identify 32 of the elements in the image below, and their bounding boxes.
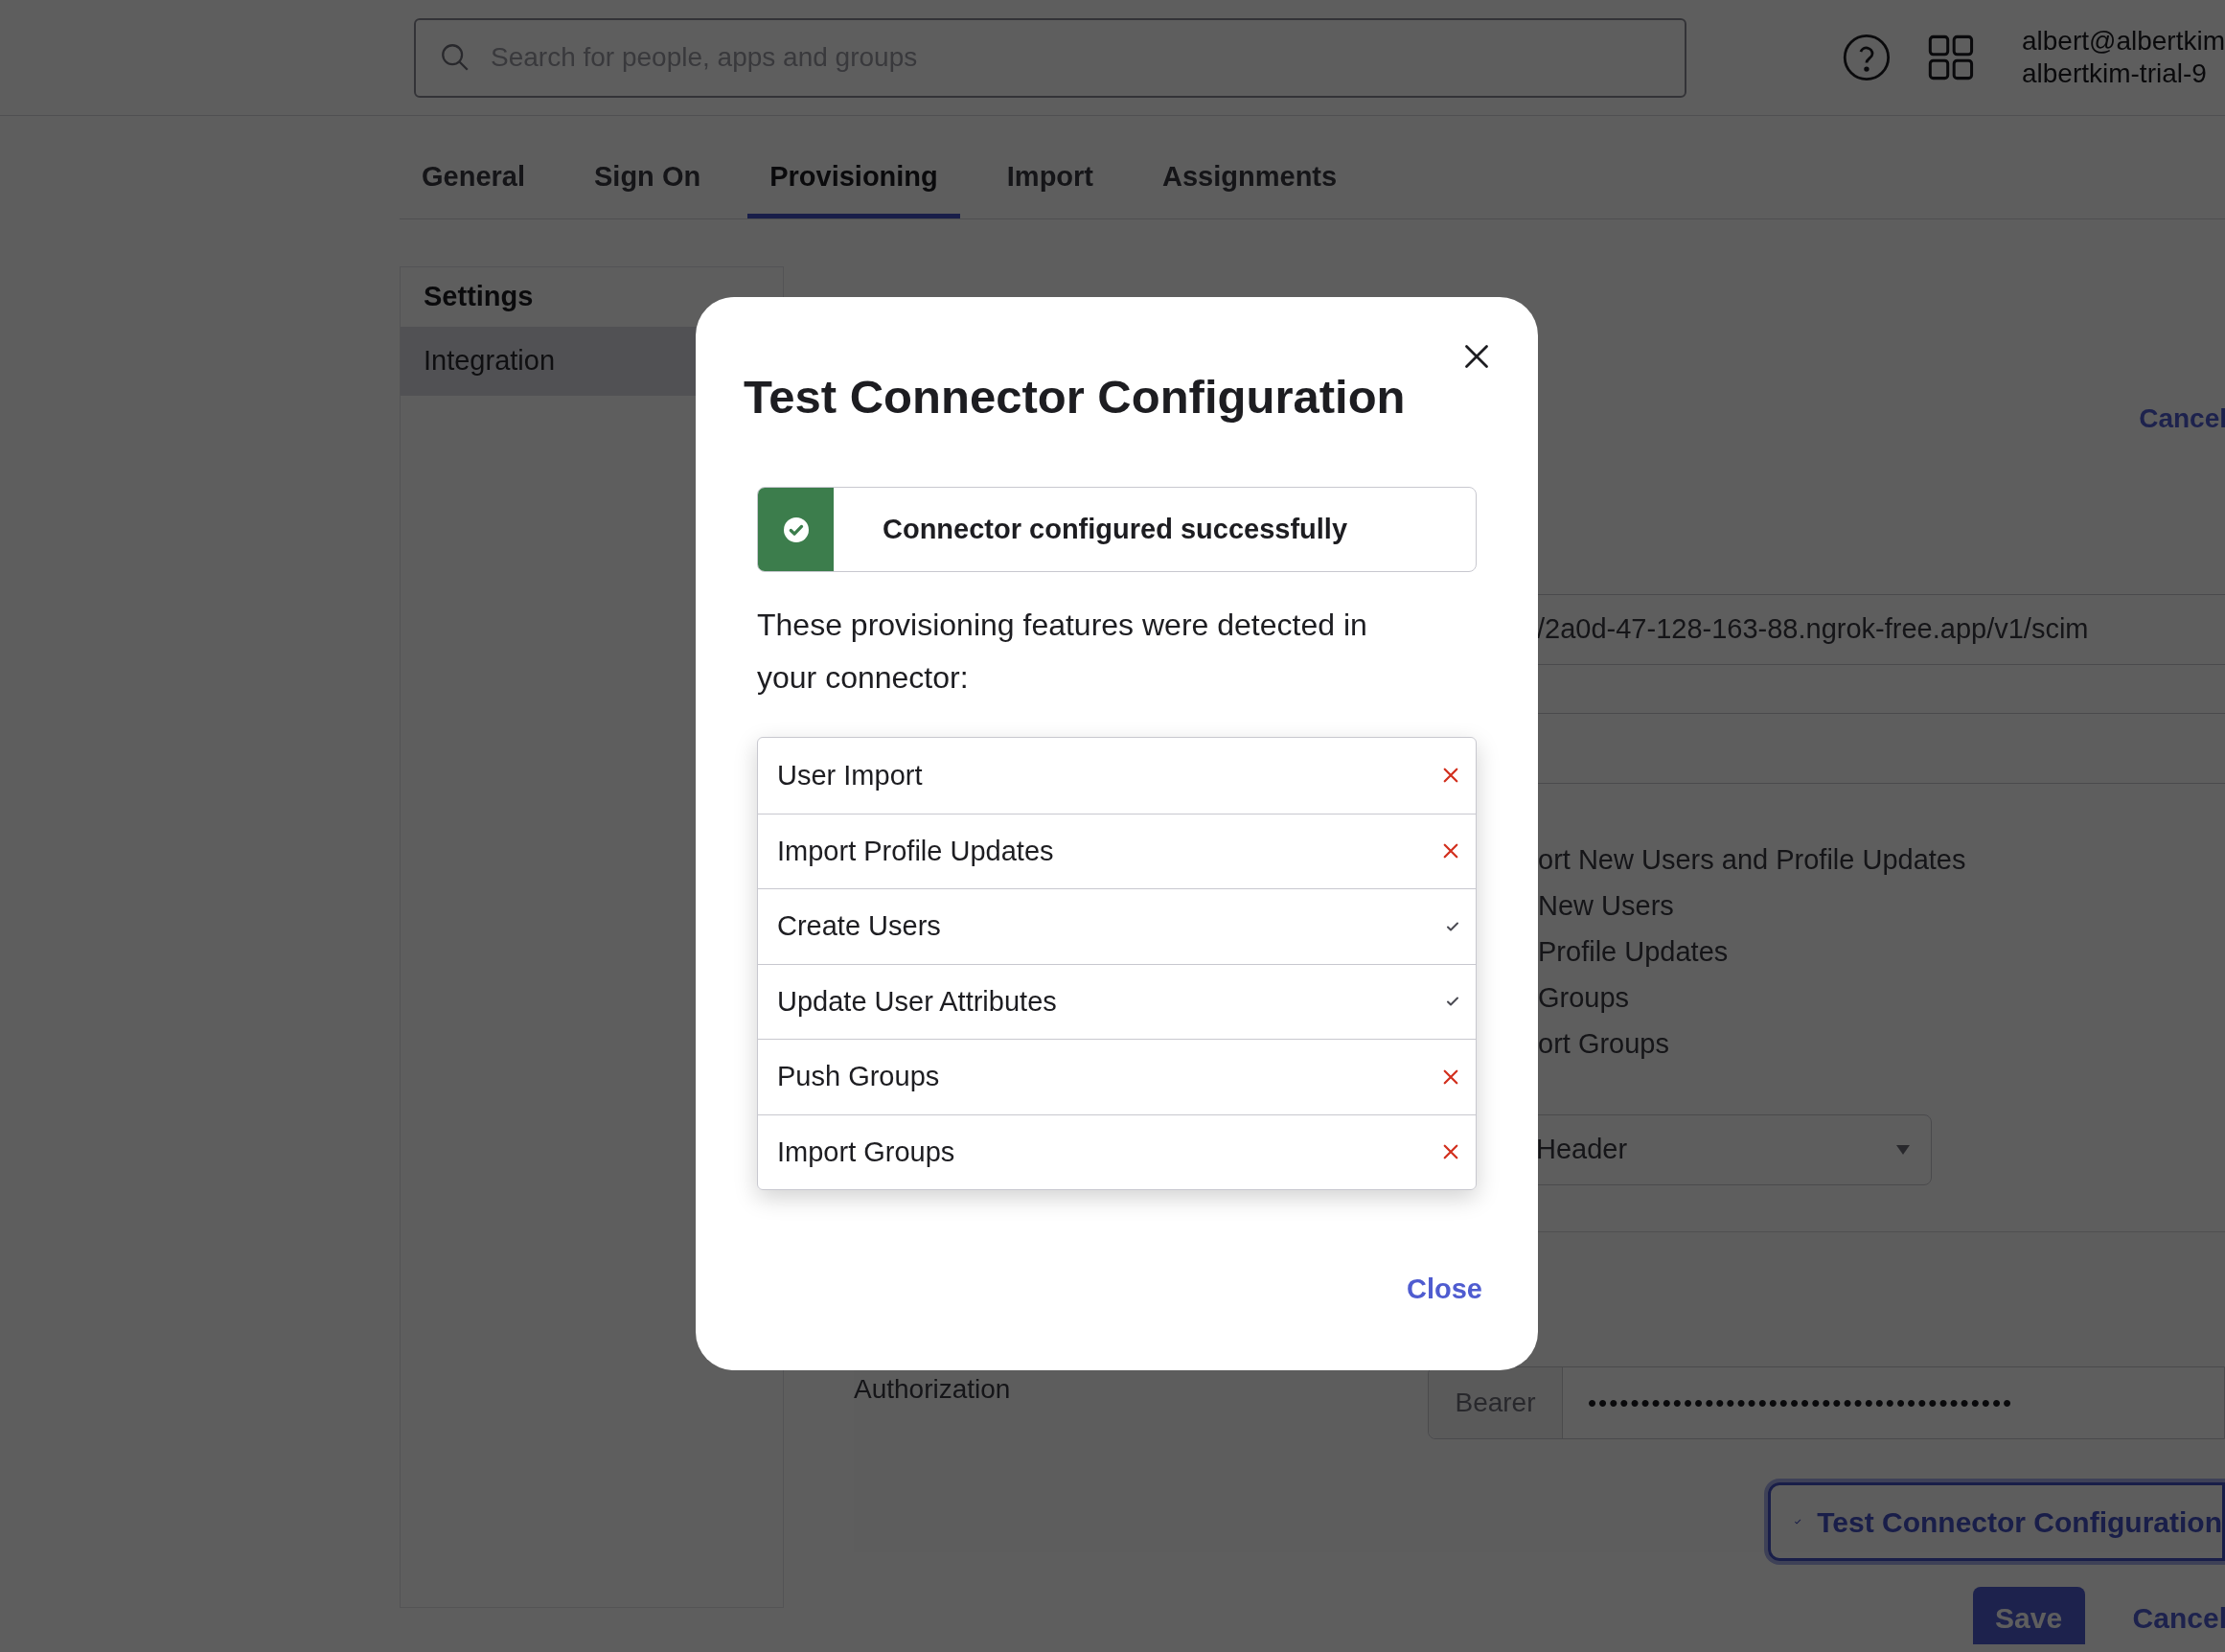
feature-label: User Import: [777, 758, 924, 792]
feature-label: Import Groups: [777, 1135, 956, 1169]
save-button[interactable]: Save: [1972, 1587, 2085, 1644]
feature-label: Update User Attributes: [777, 984, 1058, 1019]
tab[interactable]: Provisioning: [747, 123, 960, 218]
feature-label: Import Profile Updates: [777, 834, 1055, 868]
tab[interactable]: Import: [984, 123, 1116, 218]
tab[interactable]: Sign On: [572, 123, 723, 218]
token-mask: ••••••••••••••••••••••••••••••••••••••••: [1588, 1387, 2014, 1419]
option-label: ort New Users and Profile Updates: [1538, 843, 1967, 877]
help-icon[interactable]: [1842, 33, 1892, 82]
option-label: Groups: [1538, 981, 1631, 1015]
user-email: albert@albertkim: [2021, 25, 2225, 57]
status-message: Connector configured successfully: [883, 512, 1348, 546]
cancel-link[interactable]: Cancel: [2132, 1596, 2225, 1640]
tab[interactable]: General: [400, 123, 547, 218]
feature-label: Push Groups: [777, 1060, 941, 1093]
org-name: albertkim-trial-9: [2021, 57, 2208, 90]
intro-text: These provisioning features were detected in your connector:: [757, 607, 1368, 697]
option-label: Profile Updates: [1538, 935, 1730, 969]
dropdown-arrow-icon: [1896, 1145, 1910, 1155]
close-icon[interactable]: [1463, 343, 1490, 370]
sidebar-title: Settings: [423, 280, 535, 314]
cancel-link[interactable]: Cancel: [2139, 399, 2225, 439]
authorization-label: Authorization: [854, 1373, 1012, 1406]
close-link[interactable]: Close: [1407, 1269, 1482, 1311]
tab[interactable]: Assignments: [1140, 123, 1360, 218]
apps-grid-icon[interactable]: [1926, 33, 1976, 82]
option-label: ort Groups: [1538, 1027, 1670, 1061]
option-label: New Users: [1538, 889, 1675, 923]
check-circle-icon: [783, 516, 809, 542]
feature-label: Create Users: [777, 909, 942, 943]
